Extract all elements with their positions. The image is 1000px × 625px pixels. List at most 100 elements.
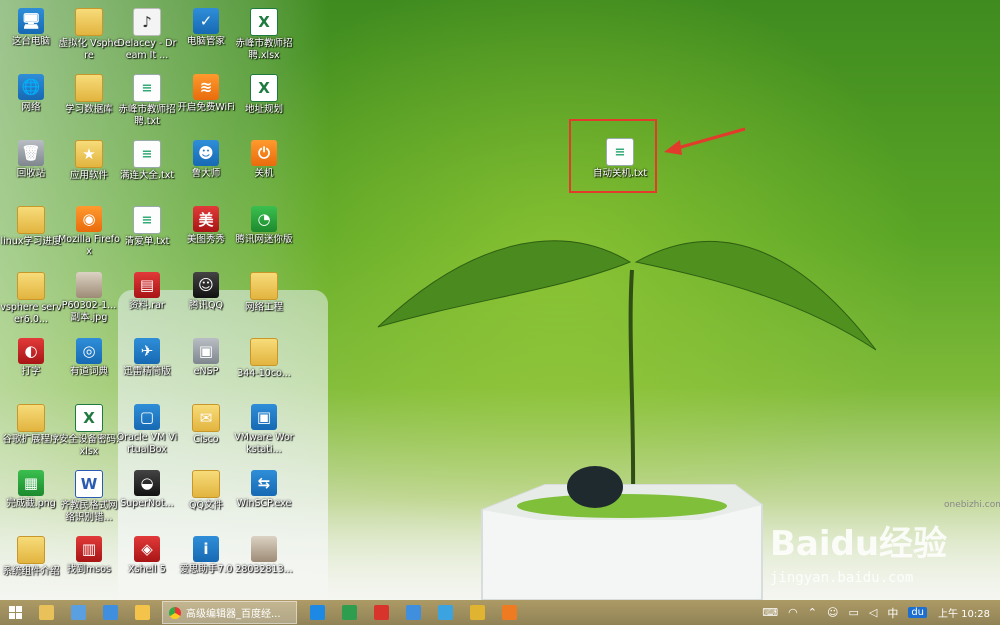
desktop-icon[interactable]: ☺ 腾讯QQ: [175, 268, 237, 330]
desktop-icon[interactable]: ✓ 电脑管家: [175, 4, 237, 66]
desktop-icon[interactable]: ♪ Delacey - Dream It ...: [116, 4, 178, 66]
desktop-icon[interactable]: W 齐教民格式网络识别错...: [58, 466, 120, 528]
app-blue-icon: ▣: [251, 404, 277, 430]
desktop-icon[interactable]: ≋ 开启免费WiFi: [175, 70, 237, 132]
desktop-icon[interactable]: 🗑 回收站: [0, 136, 62, 198]
start-button[interactable]: [0, 601, 30, 624]
desktop-icon[interactable]: ▢ Oracle VM VirtualBox: [116, 400, 178, 462]
app-blue-icon: i: [193, 536, 219, 562]
teamviewer-icon: [309, 605, 325, 620]
taskbar-baidu-netdisk-button[interactable]: [397, 601, 429, 624]
folder-icon: [17, 272, 45, 300]
active-task-title: 高级编辑器_百度经...: [186, 609, 281, 620]
app-blue-icon: 🖥: [18, 8, 44, 34]
app-gray-icon: ▣: [193, 338, 219, 364]
taskbar-xshell-button[interactable]: [365, 601, 397, 624]
chrome-icon: [169, 606, 181, 619]
desktop-icon[interactable]: 🖥 这台电脑: [0, 4, 62, 66]
desktop-icon-label: 赤峰市教师招聘.xlsx: [235, 38, 293, 61]
qq-tray-icon[interactable]: ☺: [827, 606, 838, 619]
taskbar-computer-button[interactable]: [429, 601, 461, 624]
desktop-icon[interactable]: ≡ 赤峰市教师招聘.txt: [116, 70, 178, 132]
system-clock[interactable]: 上午 10:28: [938, 605, 990, 620]
app-gray-icon: 🗑: [18, 140, 44, 166]
taskbar-calendar-button[interactable]: [62, 601, 94, 624]
taskbar-file-explorer-button[interactable]: [30, 601, 62, 624]
desktop-icon[interactable]: ⏻ 关机: [233, 136, 295, 198]
desktop-icon[interactable]: P60302-1...副本.jpg: [58, 268, 120, 330]
desktop-icon[interactable]: 344-10co...: [233, 334, 295, 396]
battery-icon[interactable]: ▭: [848, 606, 858, 619]
photo-icon: [251, 536, 277, 562]
desktop-icon[interactable]: 学习数据库: [58, 70, 120, 132]
desktop-icon[interactable]: i 爱思助手7.0: [175, 532, 237, 594]
desktop-icon[interactable]: 28032813...: [233, 532, 295, 594]
desktop-icon-label: 关机: [254, 168, 274, 179]
excel-icon: X: [250, 74, 278, 102]
taskbar-store-button[interactable]: [94, 601, 126, 624]
desktop-icon-label: vsphere server6.0...: [0, 302, 62, 325]
desktop-icon-label: 学习数据库: [65, 104, 113, 115]
taskbar-excel-button[interactable]: [333, 601, 365, 624]
app-dark-icon: ◒: [134, 470, 160, 496]
app-red-icon: ▥: [76, 536, 102, 562]
desktop-icon[interactable]: X 安全设备密码.xlsx: [58, 400, 120, 462]
desktop-icon[interactable]: ≡ 满连大全.txt: [116, 136, 178, 198]
desktop-icon[interactable]: 系统组件介绍: [0, 532, 62, 594]
app-blue-icon: ✓: [193, 8, 219, 34]
desktop-icon[interactable]: 🌐 网络: [0, 70, 62, 132]
desktop-icon-label: 谷歌扩展程序: [2, 434, 60, 445]
excel-icon: [341, 605, 357, 620]
taskbar-teamviewer-button[interactable]: [301, 601, 333, 624]
desktop-icon[interactable]: X 赤峰市教师招聘.xlsx: [233, 4, 295, 66]
desktop-icon[interactable]: ◔ 腾讯网迷你版: [233, 202, 295, 264]
ime-indicator[interactable]: 中: [887, 605, 898, 621]
desktop-icon-label: VMware Workstati...: [234, 432, 294, 455]
desktop-icon[interactable]: ▣ VMware Workstati...: [233, 400, 295, 462]
taskbar-active-chrome-window[interactable]: 高级编辑器_百度经...: [162, 601, 297, 624]
desktop-icon[interactable]: ▦ 完成截.png: [0, 466, 62, 528]
desktop-icon[interactable]: linux学习进度: [0, 202, 62, 264]
desktop-icon[interactable]: vsphere server6.0...: [0, 268, 62, 330]
taskbar-chrome-alt-button[interactable]: [461, 601, 493, 624]
desktop-icon-label: 系统组件介绍: [2, 566, 60, 577]
keyboard-icon[interactable]: ⌨: [762, 606, 778, 619]
desktop-icon[interactable]: ◎ 有道词典: [58, 334, 120, 396]
desktop-icon[interactable]: ▥ 找到msos: [58, 532, 120, 594]
desktop-icon[interactable]: ★ 应用软件: [58, 136, 120, 198]
desktop-icon[interactable]: 谷歌扩展程序: [0, 400, 62, 462]
desktop-icon[interactable]: ▣ eNSP: [175, 334, 237, 396]
chevron-up-icon[interactable]: ⌃: [808, 606, 817, 619]
desktop-icon[interactable]: ◉ Mozilla Firefox: [58, 202, 120, 264]
desktop-icon[interactable]: ☻ 鲁大师: [175, 136, 237, 198]
desktop-icon[interactable]: ◐ 打字: [0, 334, 62, 396]
desktop-icon-label: 这台电脑: [11, 36, 50, 47]
desktop-icon-label: 美图秀秀: [186, 234, 225, 245]
desktop-icon[interactable]: ▤ 资料.rar: [116, 268, 178, 330]
app-blue-icon: 🌐: [18, 74, 44, 100]
desktop-icon[interactable]: ✈ 迅雷精简版: [116, 334, 178, 396]
wifi-icon[interactable]: ◠: [788, 606, 798, 619]
folder-icon: [17, 536, 45, 564]
desktop-icon[interactable]: ◒ SuperNot...: [116, 466, 178, 528]
desktop-icon[interactable]: X 地址规划: [233, 70, 295, 132]
baidu-ime-icon[interactable]: du: [908, 607, 927, 618]
volume-icon[interactable]: ◁: [869, 606, 877, 619]
desktop-icon-label: 满连大全.txt: [119, 170, 175, 181]
desktop-icon[interactable]: ≡ 清爱单.txt: [116, 202, 178, 264]
desktop-icon-label: 网络工程: [244, 302, 283, 313]
desktop-icon-label: 地址规划: [244, 104, 283, 115]
desktop-icon-label: 资料.rar: [129, 300, 165, 311]
desktop-icon[interactable]: 美美图秀秀: [175, 202, 237, 264]
baidu-jingyan-watermark-logo: Baidu经验: [770, 524, 948, 564]
desktop-icon[interactable]: ◈ Xshell 5: [116, 532, 178, 594]
desktop-icon[interactable]: 虚拟化 Vsphere: [58, 4, 120, 66]
desktop-icon[interactable]: ✉ Cisco: [175, 400, 237, 462]
media-icon: [134, 605, 150, 620]
desktop-icon[interactable]: 网络工程: [233, 268, 295, 330]
desktop-icon[interactable]: ⇆ WinSCP.exe: [233, 466, 295, 528]
taskbar-media-button[interactable]: [126, 601, 158, 624]
desktop-icon[interactable]: QQ文件: [175, 466, 237, 528]
calendar-icon: [70, 605, 86, 620]
taskbar-firefox-button[interactable]: [493, 601, 525, 624]
